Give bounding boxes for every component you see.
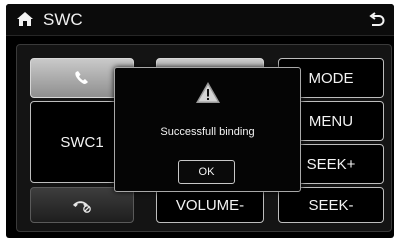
mode-label: MODE xyxy=(308,69,354,87)
menu-label: MENU xyxy=(308,112,354,130)
ok-label: OK xyxy=(198,166,215,178)
title-bar: SWC xyxy=(6,4,394,36)
volume-minus-label: VOLUME- xyxy=(175,196,245,214)
phone-icon xyxy=(73,70,91,86)
seek-minus-button[interactable]: SEEK- xyxy=(278,187,384,223)
dialog-message: Successfull binding xyxy=(160,126,255,138)
seek-minus-label: SEEK- xyxy=(308,196,354,214)
volume-minus-button[interactable]: VOLUME- xyxy=(156,187,264,223)
seek-plus-label: SEEK+ xyxy=(306,155,356,173)
home-icon[interactable] xyxy=(16,11,34,27)
warning-icon xyxy=(195,81,221,104)
swc-screen: SWC SWC1 VOLUME- MODE MENU SEEK+ SEEK- S… xyxy=(6,4,394,238)
page-title: SWC xyxy=(43,10,83,29)
swc1-label: SWC1 xyxy=(60,133,104,151)
ok-button[interactable]: OK xyxy=(178,160,235,184)
binding-dialog: Successfull binding OK xyxy=(114,67,301,192)
hang-up-icon xyxy=(70,196,94,214)
back-icon[interactable] xyxy=(368,12,386,28)
hang-up-button[interactable] xyxy=(30,187,134,223)
